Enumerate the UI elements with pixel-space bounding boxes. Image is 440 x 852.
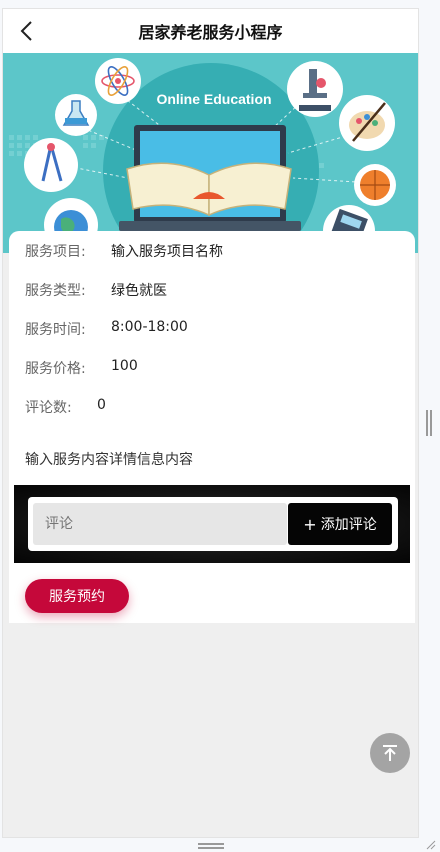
service-price-label: 服务价格: bbox=[25, 361, 86, 377]
arrow-up-icon bbox=[383, 745, 397, 761]
book-service-button[interactable]: 服务预约 bbox=[25, 579, 129, 613]
comment-input[interactable] bbox=[33, 503, 287, 545]
page-title: 居家养老服务小程序 bbox=[138, 23, 283, 42]
phone-frame: 居家养老服务小程序 Online Education 服务项目: 输入服务项目名… bbox=[2, 8, 419, 838]
service-item-row: 服务项目: 输入服务项目名称 bbox=[25, 241, 223, 261]
comment-count-label: 评论数: bbox=[25, 400, 72, 416]
service-detail-text: 输入服务内容详情信息内容 bbox=[25, 452, 193, 468]
add-comment-button[interactable]: + 添加评论 bbox=[288, 503, 392, 545]
comment-section: + 添加评论 bbox=[14, 485, 410, 563]
banner-caption: Online Education bbox=[156, 91, 271, 107]
chevron-left-icon bbox=[20, 21, 32, 41]
service-item-label: 服务项目: bbox=[25, 244, 86, 260]
service-price-row: 服务价格: 100 bbox=[25, 358, 138, 378]
service-type-label: 服务类型: bbox=[25, 283, 86, 299]
service-type-row: 服务类型: 绿色就医 bbox=[25, 280, 167, 300]
service-time-value: 8:00-18:00 bbox=[111, 319, 188, 335]
service-time-row: 服务时间: 8:00-18:00 bbox=[25, 319, 188, 339]
back-to-top-button[interactable] bbox=[370, 733, 410, 773]
plus-icon: + bbox=[303, 514, 317, 534]
add-comment-label: 添加评论 bbox=[320, 517, 377, 533]
comment-box: + 添加评论 bbox=[28, 497, 398, 551]
comment-count-row: 评论数: 0 bbox=[25, 397, 106, 417]
service-type-value: 绿色就医 bbox=[111, 283, 167, 299]
resize-handle-horizontal[interactable] bbox=[198, 843, 224, 849]
nav-bar: 居家养老服务小程序 bbox=[3, 9, 418, 53]
comment-count-value: 0 bbox=[97, 397, 106, 413]
service-item-value: 输入服务项目名称 bbox=[111, 244, 223, 260]
service-detail-card: 服务项目: 输入服务项目名称 服务类型: 绿色就医 服务时间: 8:00-18:… bbox=[9, 231, 415, 623]
service-time-label: 服务时间: bbox=[25, 322, 86, 338]
banner-image: Online Education bbox=[3, 53, 418, 253]
resize-handle-vertical[interactable] bbox=[426, 410, 432, 436]
service-price-value: 100 bbox=[111, 358, 138, 374]
resize-grip-icon[interactable] bbox=[424, 838, 436, 850]
back-button[interactable] bbox=[11, 15, 43, 47]
